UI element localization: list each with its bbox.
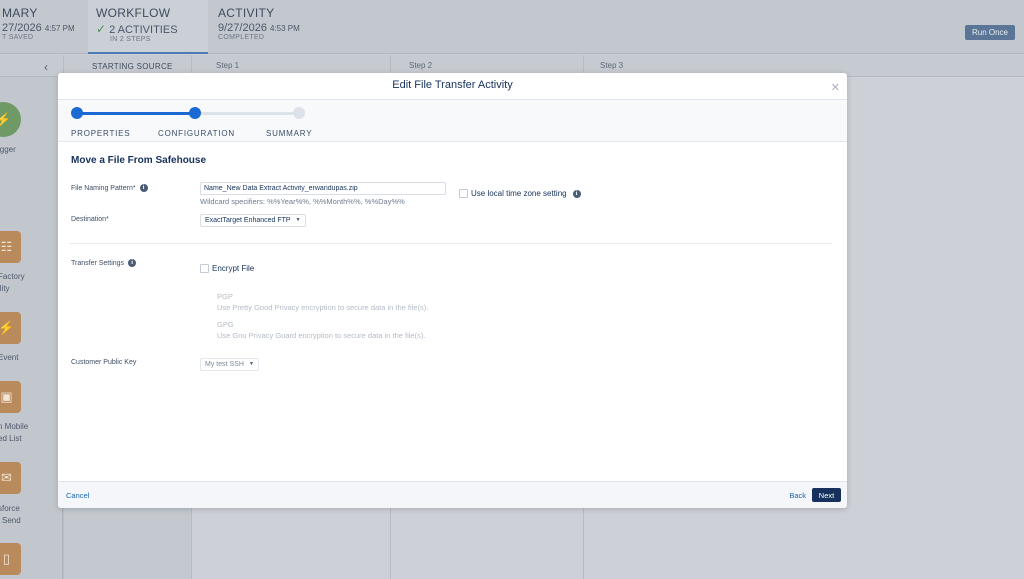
file-naming-label: File Naming Pattern*	[71, 184, 136, 192]
wildcard-hint: Wildcard specifiers: %%Year%%, %%Month%%…	[200, 197, 405, 206]
close-icon[interactable]: ✕	[831, 81, 840, 94]
local-timezone-checkbox[interactable]	[459, 189, 468, 198]
destination-value: ExactTarget Enhanced FTP	[205, 217, 291, 224]
section-title: Move a File From Safehouse	[71, 155, 207, 166]
modal-body: Move a File From Safehouse File Naming P…	[58, 142, 847, 478]
activity-caption: COMPLETED	[218, 34, 265, 41]
info-icon[interactable]: i	[572, 189, 581, 198]
public-key-label: Customer Public Key	[71, 359, 137, 366]
column-step-3: Step 3	[600, 61, 624, 70]
workflow-activities: 2 ACTIVITIES	[109, 24, 178, 36]
email-send-tile[interactable]: ✉	[0, 462, 21, 494]
progress-line-complete	[77, 112, 195, 115]
modal-header: Edit File Transfer Activity ✕	[58, 73, 847, 100]
modal-title: Edit File Transfer Activity	[392, 79, 513, 91]
palette-label-event: Event	[0, 353, 19, 362]
pgp-option-desc: Use Pretty Good Privacy encryption to se…	[217, 303, 429, 312]
chevron-left-icon[interactable]: ‹	[44, 60, 48, 74]
workflow-caption: IN 2 STEPS	[110, 36, 151, 43]
summary-time: 4:57 PM	[44, 24, 75, 33]
phone-icon: ▯	[2, 551, 11, 566]
caret-down-icon: ▼	[295, 217, 301, 223]
gpg-option-title[interactable]: GPG	[217, 320, 234, 329]
event-tile[interactable]: ⚡	[0, 312, 21, 344]
summary-date: 27/2026	[2, 22, 42, 34]
activity-title: ACTIVITY	[218, 6, 275, 20]
caret-down-icon: ▼	[248, 361, 254, 367]
section-divider	[70, 243, 832, 244]
encrypt-file-label: Encrypt File	[212, 264, 255, 273]
summary-tab[interactable]: MARY 27/2026 4:57 PM T SAVED	[0, 0, 84, 54]
mobile-list-tile[interactable]: ▣	[0, 381, 21, 413]
mobile-icon: ▣	[0, 389, 13, 404]
summary-title: MARY	[2, 6, 38, 20]
step-dot-summary[interactable]	[293, 107, 305, 119]
email-icon: ✉	[1, 470, 12, 485]
column-step-1: Step 1	[216, 61, 240, 70]
pgp-option-title[interactable]: PGP	[217, 292, 233, 301]
lightning-icon: ⚡	[0, 111, 12, 127]
top-status-bar: MARY 27/2026 4:57 PM T SAVED WORKFLOW ✓ 2…	[0, 0, 1024, 54]
transfer-settings-label-row: Transfer Settings i	[71, 259, 137, 267]
activity-time: 4:53 PM	[270, 24, 300, 33]
step-label-configuration[interactable]: CONFIGURATION	[158, 129, 235, 138]
gpg-option-desc: Use Gnu Privacy Guard encryption to secu…	[217, 331, 426, 340]
cancel-button[interactable]: Cancel	[66, 491, 89, 500]
transfer-settings-label: Transfer Settings	[71, 259, 125, 267]
activity-date: 9/27/2026	[218, 22, 267, 34]
summary-caption: T SAVED	[2, 34, 34, 41]
public-key-select[interactable]: My test SSH ▼	[200, 358, 259, 371]
back-button[interactable]: Back	[789, 491, 806, 500]
run-once-button[interactable]: Run Once	[964, 25, 1015, 40]
modal-footer: Cancel Back Next	[58, 481, 847, 508]
palette-label-factory: Factory ility	[0, 272, 25, 293]
info-icon[interactable]: i	[128, 259, 137, 267]
mobile-push-tile[interactable]: ▯	[0, 543, 21, 575]
encrypt-file-checkbox[interactable]	[200, 264, 209, 273]
workflow-tab[interactable]: WORKFLOW ✓ 2 ACTIVITIES IN 2 STEPS	[88, 0, 208, 54]
progress-line-remaining	[195, 112, 299, 115]
info-icon[interactable]: i	[139, 184, 148, 192]
edit-file-transfer-modal: Edit File Transfer Activity ✕ PROPERTIES…	[58, 73, 847, 508]
destination-select[interactable]: ExactTarget Enhanced FTP ▼	[200, 214, 306, 227]
check-icon: ✓	[96, 22, 107, 36]
local-timezone-row[interactable]: Use local time zone setting i	[459, 189, 581, 198]
encrypt-file-row[interactable]: Encrypt File	[200, 264, 254, 273]
next-button[interactable]: Next	[812, 488, 841, 502]
destination-label: Destination*	[71, 216, 109, 223]
file-naming-input[interactable]	[200, 182, 446, 195]
palette-label-mobile: n Mobile ed List	[0, 422, 29, 443]
activity-tab[interactable]: ACTIVITY 9/27/2026 4:53 PM COMPLETED	[210, 0, 330, 54]
column-step-2: Step 2	[409, 61, 433, 70]
lightning-icon: ⚡	[0, 320, 15, 335]
palette-label-trigger: igger	[0, 145, 16, 154]
step-dot-configuration[interactable]	[189, 107, 201, 119]
file-naming-label-row: File Naming Pattern* i	[71, 184, 148, 192]
workflow-title: WORKFLOW	[96, 6, 171, 20]
public-key-value: My test SSH	[205, 361, 244, 368]
factory-utility-tile[interactable]: ☷	[0, 231, 21, 263]
wizard-progress: PROPERTIES CONFIGURATION SUMMARY	[58, 100, 847, 142]
step-dot-properties[interactable]	[71, 107, 83, 119]
step-label-summary[interactable]: SUMMARY	[266, 129, 312, 138]
column-starting-source: STARTING SOURCE	[92, 62, 173, 71]
palette-label-email: sforce l Send	[0, 504, 21, 525]
local-timezone-label: Use local time zone setting	[471, 189, 567, 198]
step-label-properties[interactable]: PROPERTIES	[71, 129, 130, 138]
list-icon: ☷	[0, 239, 13, 254]
